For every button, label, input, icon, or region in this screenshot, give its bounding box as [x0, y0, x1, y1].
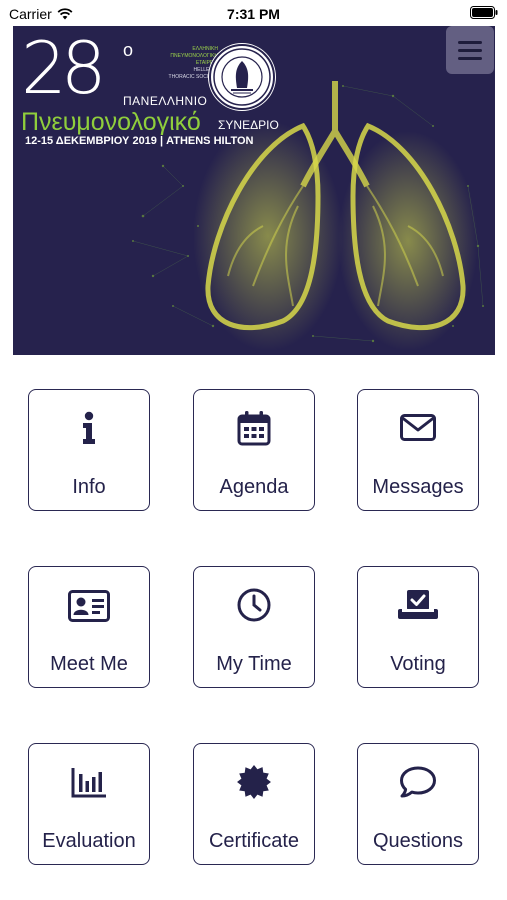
- tile-meet-me[interactable]: Meet Me: [28, 566, 150, 688]
- tile-messages[interactable]: Messages: [357, 389, 479, 511]
- tile-label: My Time: [216, 653, 292, 675]
- status-bar: Carrier 7:31 PM: [0, 0, 507, 26]
- hamburger-bar: [458, 40, 482, 44]
- info-icon: [83, 411, 95, 444]
- edition-number: 28: [21, 26, 107, 110]
- tile-voting[interactable]: Voting: [357, 566, 479, 688]
- banner-title-line-1: ΠΑΝΕΛΛΗΝΙΟ: [123, 94, 208, 108]
- hamburger-bar: [458, 48, 482, 52]
- tile-certificate[interactable]: Certificate: [193, 743, 315, 865]
- envelope-icon: [400, 414, 436, 441]
- society-line-2: ΠΝΕΥΜΟΝΟΛΟΓΙΚΗ: [170, 53, 218, 59]
- hamburger-bar: [458, 56, 482, 60]
- society-logo: [209, 44, 275, 110]
- tile-label: Messages: [372, 476, 464, 498]
- clock-icon: [237, 588, 271, 622]
- tile-agenda[interactable]: Agenda: [193, 389, 315, 511]
- banner-date-venue: 12-15 ΔΕΚΕΜΒΡΙΟΥ 2019 | ATHENS HILTON: [25, 135, 254, 147]
- tile-label: Voting: [390, 653, 446, 675]
- tile-evaluation[interactable]: Evaluation: [28, 743, 150, 865]
- conference-banner: 28 ο ΕΛΛΗΝΙΚΗ ΠΝΕΥΜΟΝΟΛΟΓΙΚΗ ΕΤΑΙΡΕΙΑ HE…: [13, 26, 495, 355]
- tile-label: Meet Me: [50, 653, 128, 675]
- tile-info[interactable]: Info: [28, 389, 150, 511]
- ballot-box-icon: [398, 590, 438, 619]
- calendar-icon: [237, 411, 271, 446]
- tile-label: Questions: [372, 830, 464, 852]
- tile-label: Info: [72, 476, 106, 498]
- edition-ordinal: ο: [123, 40, 134, 60]
- tile-label: Agenda: [219, 476, 289, 498]
- tile-label: Evaluation: [42, 830, 136, 852]
- tile-questions[interactable]: Questions: [357, 743, 479, 865]
- banner-title-line-2: Πνευμονολογικό: [21, 108, 201, 136]
- battery-icon: [470, 6, 498, 22]
- tile-my-time[interactable]: My Time: [193, 566, 315, 688]
- id-card-icon: [68, 590, 110, 622]
- clock-time: 7:31 PM: [227, 6, 280, 22]
- hamburger-menu-button[interactable]: [446, 26, 494, 74]
- speech-bubble-icon: [400, 766, 436, 798]
- society-line-1: ΕΛΛΗΝΙΚΗ: [192, 46, 218, 52]
- tile-label: Certificate: [208, 830, 300, 852]
- banner-title-line-2b: ΣΥΝΕΔΡΙΟ: [218, 118, 279, 132]
- society-line-3: ΕΤΑΙΡΕΙΑ: [195, 60, 218, 66]
- certificate-icon: [237, 764, 271, 799]
- bar-chart-icon: [71, 768, 106, 798]
